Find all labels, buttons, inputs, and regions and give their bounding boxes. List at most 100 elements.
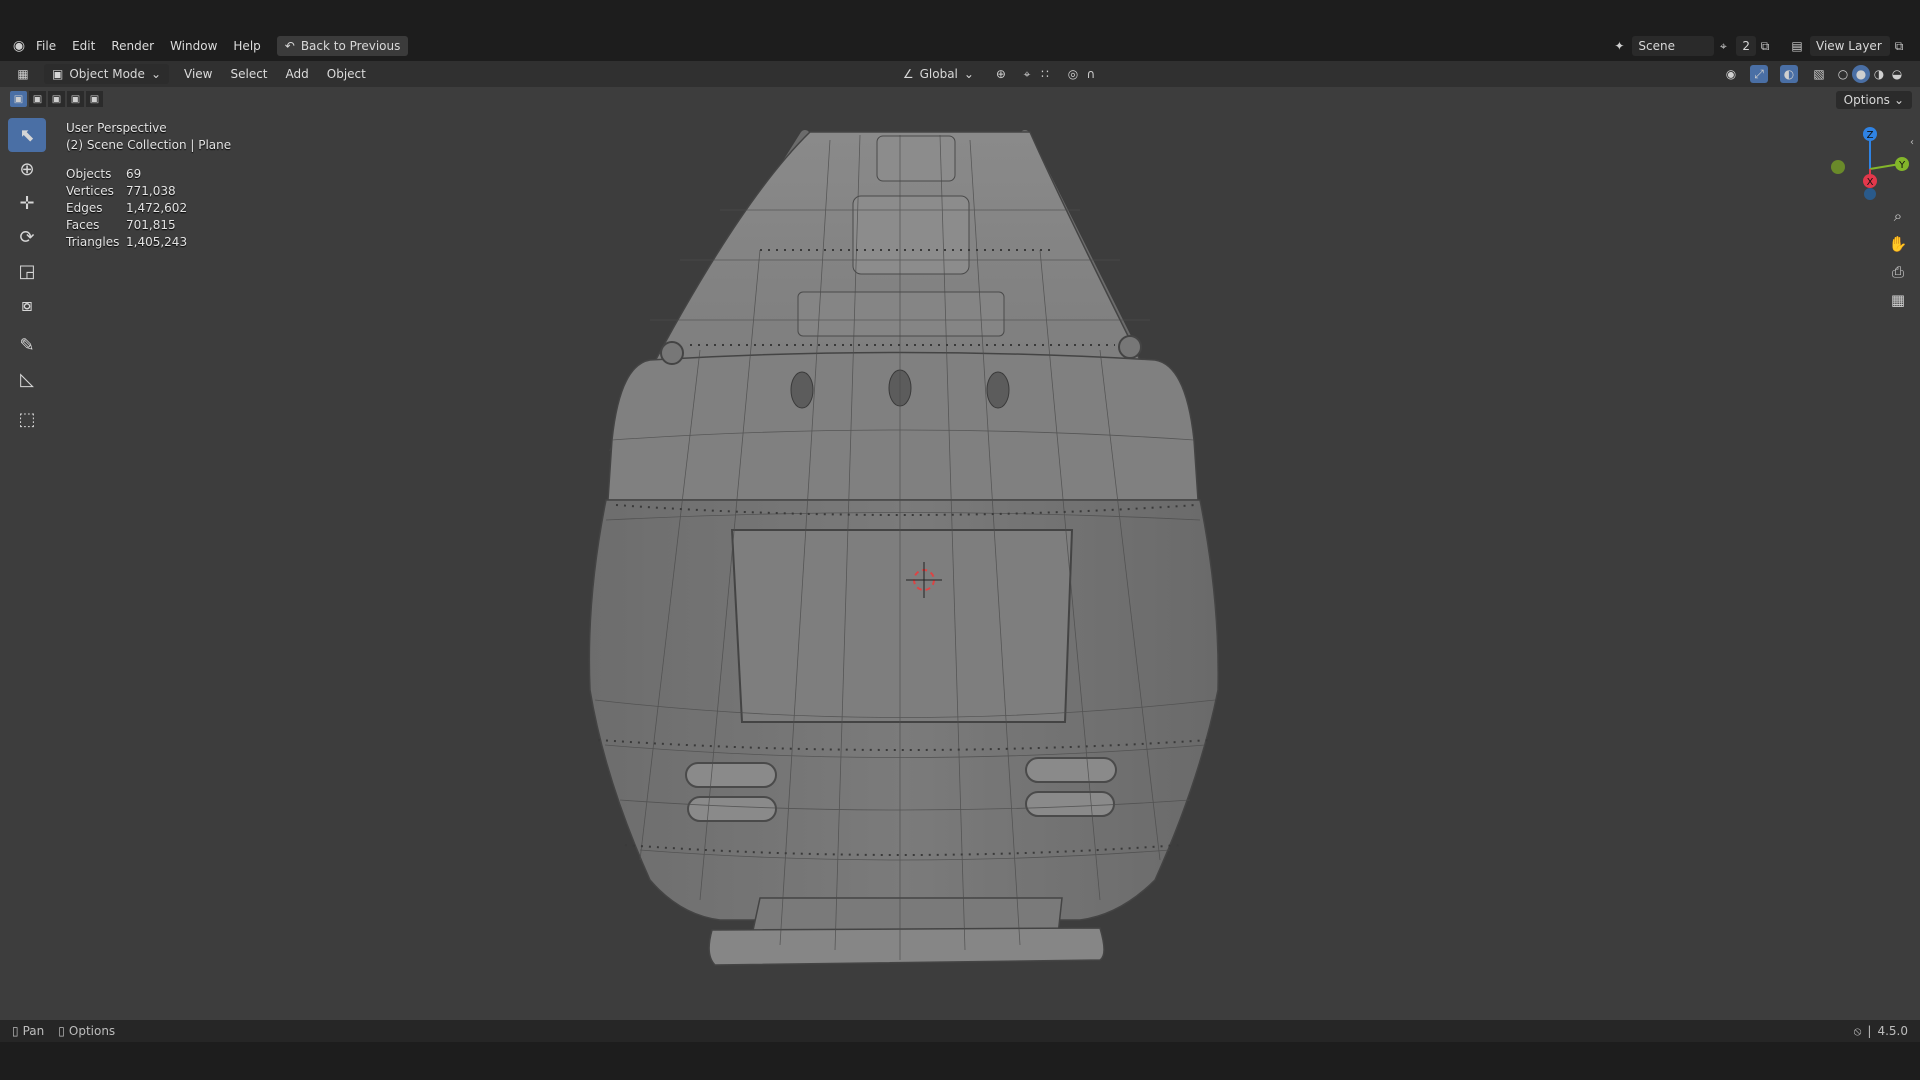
solid-shading-icon[interactable]: ● <box>1852 65 1870 83</box>
camera-icon[interactable]: ⎙ <box>1884 258 1912 286</box>
stat-row: Objects 69 <box>66 166 231 183</box>
visibility-icon[interactable]: ◉ <box>1722 65 1740 83</box>
transform-icon[interactable]: ⧇ <box>8 288 46 322</box>
header-menu-object[interactable]: Object <box>318 67 375 81</box>
duplicate-scene-icon[interactable]: ⧉ <box>1756 37 1774 55</box>
scene-icon[interactable]: ✦ <box>1610 37 1628 55</box>
headlight-left-top <box>685 762 777 788</box>
gizmo-z-label: Z <box>1867 130 1874 141</box>
new-view-layer-icon[interactable]: ⧉ <box>1890 37 1908 55</box>
mouse-right-icon: ▯ <box>58 1024 65 1038</box>
view-name: User Perspective <box>66 121 167 135</box>
blender-version: 4.5.0 <box>1877 1024 1908 1038</box>
gizmo-neg-z-icon[interactable] <box>1864 188 1876 200</box>
scene-users-count[interactable]: 2 <box>1736 36 1756 56</box>
rendered-shading-icon[interactable]: ◒ <box>1888 65 1906 83</box>
headlight-right-top <box>1025 757 1117 783</box>
front-bumper <box>708 927 1105 966</box>
model-render <box>588 130 1219 966</box>
chevron-down-icon: ⌄ <box>150 67 161 81</box>
stat-value: 701,815 <box>126 218 176 232</box>
grid-icon[interactable]: ▦ <box>1884 286 1912 314</box>
bottom-band <box>0 1042 1920 1080</box>
falloff-icon[interactable]: ∩ <box>1082 65 1100 83</box>
stat-label: Vertices <box>66 184 114 198</box>
proportional-edit-icon[interactable]: ◎ <box>1064 65 1082 83</box>
navigation-controls: ⌕ ✋ ⎙ ▦ <box>1884 202 1912 314</box>
object-mode-icon: ▣ <box>52 67 64 81</box>
orientation-icon: ∠ <box>902 67 914 81</box>
orientation-label: Global <box>919 67 958 81</box>
rail-cap-right <box>1118 335 1142 359</box>
stat-label: Triangles <box>66 235 120 249</box>
stat-row: Faces 701,815 <box>66 217 231 234</box>
transform-orientation-select[interactable]: ∠ Global ⌄ <box>894 64 982 84</box>
navigation-gizmo[interactable]: Z Y X <box>1820 124 1920 214</box>
stat-value: 1,472,602 <box>126 201 188 215</box>
collection-info: (2) Scene Collection | Plane <box>66 138 232 152</box>
view-layer-icon[interactable]: ▤ <box>1788 37 1806 55</box>
menu-file[interactable]: File <box>28 31 64 61</box>
menu-edit[interactable]: Edit <box>64 31 103 61</box>
pivot-icon[interactable]: ⊕ <box>992 65 1010 83</box>
top-band <box>0 0 1920 31</box>
sidebar-toggle-icon[interactable]: ‹ <box>1910 137 1914 148</box>
header-menu-add[interactable]: Add <box>277 67 318 81</box>
network-off-icon: ⦸ <box>1853 1023 1862 1038</box>
measure-icon[interactable]: ◺ <box>8 362 46 396</box>
gizmo-neg-y-icon[interactable] <box>1831 160 1845 174</box>
menu-window[interactable]: Window <box>162 31 225 61</box>
back-to-previous-label: Back to Previous <box>300 39 401 53</box>
status-options: Options <box>68 1024 116 1038</box>
stat-row: Triangles 1,405,243 <box>66 234 231 251</box>
chevron-down-icon: ⌄ <box>963 67 974 81</box>
menu-help[interactable]: Help <box>225 31 268 61</box>
pin-icon[interactable]: ⌖ <box>1714 37 1732 55</box>
add-cube-icon[interactable]: ⬚ <box>8 402 46 436</box>
scene-name-field[interactable]: Scene <box>1632 36 1715 56</box>
snap-target-icon[interactable]: ∷ <box>1036 65 1054 83</box>
editor-type-icon[interactable]: ▦ <box>14 65 32 83</box>
view-layer-field[interactable]: View Layer <box>1810 36 1890 56</box>
overlay-toggle-icon[interactable]: ◐ <box>1780 65 1798 83</box>
select-box-icon[interactable]: ⬉ <box>8 118 46 152</box>
top-menu-bar: ◉ File Edit Render Window Help ↶ Back to… <box>0 31 1920 61</box>
header-menu-view[interactable]: View <box>175 67 221 81</box>
scale-icon[interactable]: ◲ <box>8 254 46 288</box>
version-divider: | <box>1867 1024 1872 1038</box>
menu-render[interactable]: Render <box>103 31 162 61</box>
blender-logo-icon[interactable]: ◉ <box>10 37 28 55</box>
move-icon[interactable]: ✛ <box>8 186 46 220</box>
back-to-previous-button[interactable]: ↶ Back to Previous <box>276 36 409 56</box>
mouse-middle-icon: ▯ <box>12 1024 19 1038</box>
annotate-icon[interactable]: ✎ <box>8 328 46 362</box>
rotate-icon[interactable]: ⟳ <box>8 220 46 254</box>
status-pan: Pan <box>22 1024 45 1038</box>
stat-label: Faces <box>66 218 100 232</box>
material-shading-icon[interactable]: ◑ <box>1870 65 1888 83</box>
mode-select[interactable]: ▣ Object Mode ⌄ <box>44 64 169 84</box>
mode-label: Object Mode <box>69 67 145 81</box>
stat-label: Edges <box>66 201 103 215</box>
headlight-right-bottom <box>1025 791 1115 817</box>
roof-box-1 <box>876 135 956 182</box>
viewport-stats-overlay: User Perspective (2) Scene Collection | … <box>66 120 231 251</box>
snap-icon[interactable]: ⌖ <box>1018 65 1036 83</box>
wireframe-shading-icon[interactable]: ○ <box>1834 65 1852 83</box>
pan-hand-icon[interactable]: ✋ <box>1884 230 1912 258</box>
stat-row: Edges 1,472,602 <box>66 200 231 217</box>
headlight-left-bottom <box>687 796 777 822</box>
xray-icon[interactable]: ▧ <box>1810 65 1828 83</box>
stat-value: 69 <box>126 167 142 181</box>
roof-box-2 <box>852 195 970 275</box>
back-icon: ↶ <box>284 39 295 53</box>
zoom-icon[interactable]: ⌕ <box>1884 202 1912 230</box>
3d-viewport[interactable]: ▣ ▣ ▣ ▣ ▣ Options ⌄ Z Y X ⌕ ✋ ⎙ ▦ ‹ <box>0 87 1920 1020</box>
roof-box-3 <box>797 291 1005 337</box>
header-menu-select[interactable]: Select <box>221 67 276 81</box>
windscreen-panel <box>730 529 1074 723</box>
stat-row: Vertices 771,038 <box>66 183 231 200</box>
roof-lamp-right <box>986 371 1010 409</box>
gizmo-toggle-icon[interactable]: ⤢ <box>1750 65 1768 83</box>
cursor-icon[interactable]: ⊕ <box>8 152 46 186</box>
